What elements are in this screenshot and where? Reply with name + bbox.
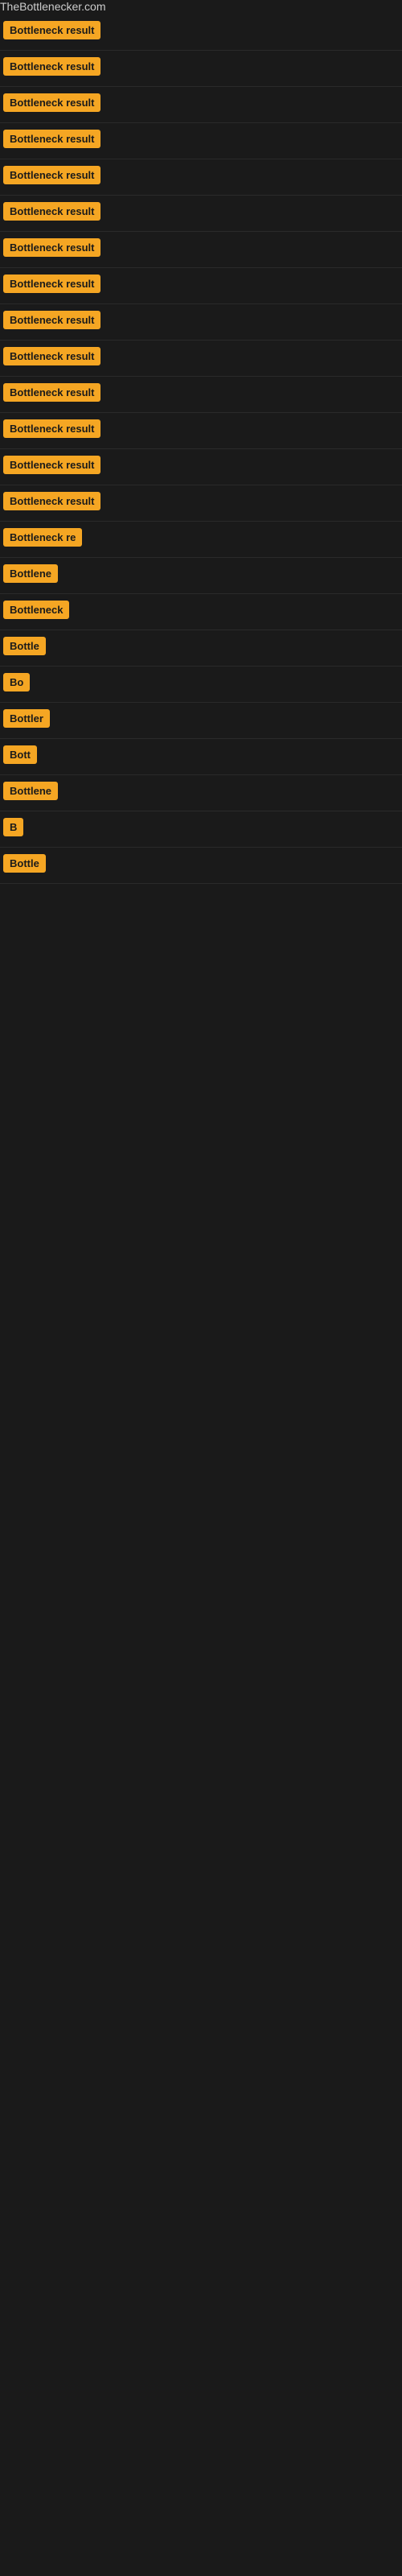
result-row-15[interactable]: Bottleneck re	[0, 522, 402, 558]
bottleneck-badge-15[interactable]: Bottleneck re	[3, 528, 82, 547]
bottleneck-badge-16[interactable]: Bottlene	[3, 564, 58, 583]
result-row-7[interactable]: Bottleneck result	[0, 232, 402, 268]
bottleneck-badge-10[interactable]: Bottleneck result	[3, 347, 100, 365]
result-row-24[interactable]: Bottle	[0, 848, 402, 884]
result-row-12[interactable]: Bottleneck result	[0, 413, 402, 449]
result-row-17[interactable]: Bottleneck	[0, 594, 402, 630]
bottleneck-badge-20[interactable]: Bottler	[3, 709, 50, 728]
bottleneck-badge-6[interactable]: Bottleneck result	[3, 202, 100, 221]
result-row-3[interactable]: Bottleneck result	[0, 87, 402, 123]
bottleneck-badge-18[interactable]: Bottle	[3, 637, 46, 655]
result-row-20[interactable]: Bottler	[0, 703, 402, 739]
result-row-14[interactable]: Bottleneck result	[0, 485, 402, 522]
bottleneck-badge-5[interactable]: Bottleneck result	[3, 166, 100, 184]
result-row-9[interactable]: Bottleneck result	[0, 304, 402, 341]
result-row-1[interactable]: Bottleneck result	[0, 14, 402, 51]
result-row-22[interactable]: Bottlene	[0, 775, 402, 811]
results-list: Bottleneck result Bottleneck result Bottle…	[0, 14, 402, 884]
page-container: TheBottlenecker.com Bottleneck resultBot…	[0, 0, 402, 884]
result-row-2[interactable]: Bottleneck result	[0, 51, 402, 87]
bottleneck-badge-11[interactable]: Bottleneck result	[3, 383, 100, 402]
bottleneck-badge-7[interactable]: Bottleneck result	[3, 238, 100, 257]
bottleneck-badge-8[interactable]: Bottleneck result	[3, 275, 100, 293]
bottleneck-badge-14[interactable]: Bottleneck result	[3, 492, 100, 510]
result-row-11[interactable]: Bottleneck result	[0, 377, 402, 413]
site-title-bar: TheBottlenecker.com	[0, 0, 402, 14]
bottleneck-badge-19[interactable]: Bo	[3, 673, 30, 691]
result-row-16[interactable]: Bottlene	[0, 558, 402, 594]
result-row-21[interactable]: Bott	[0, 739, 402, 775]
bottleneck-badge-9[interactable]: Bottleneck result	[3, 311, 100, 329]
bottleneck-badge-12[interactable]: Bottleneck result	[3, 419, 100, 438]
result-row-13[interactable]: Bottleneck result	[0, 449, 402, 485]
bottleneck-badge-3[interactable]: Bottleneck result	[3, 93, 100, 112]
bottleneck-badge-24[interactable]: Bottle	[3, 854, 46, 873]
result-row-8[interactable]: Bottleneck result	[0, 268, 402, 304]
bottleneck-badge-4[interactable]: Bottleneck result	[3, 130, 100, 148]
bottleneck-badge-23[interactable]: B	[3, 818, 23, 836]
result-row-18[interactable]: Bottle	[0, 630, 402, 667]
result-row-23[interactable]: B	[0, 811, 402, 848]
result-row-6[interactable]: Bottleneck result	[0, 196, 402, 232]
bottleneck-badge-17[interactable]: Bottleneck	[3, 601, 69, 619]
bottleneck-badge-2[interactable]: Bottleneck result	[3, 57, 100, 76]
result-row-5[interactable]: Bottleneck result	[0, 159, 402, 196]
bottleneck-badge-21[interactable]: Bott	[3, 745, 37, 764]
result-row-10[interactable]: Bottleneck result	[0, 341, 402, 377]
bottleneck-badge-1[interactable]: Bottleneck result	[3, 21, 100, 39]
bottleneck-badge-22[interactable]: Bottlene	[3, 782, 58, 800]
bottleneck-badge-13[interactable]: Bottleneck result	[3, 456, 100, 474]
result-row-4[interactable]: Bottleneck result	[0, 123, 402, 159]
site-title: TheBottlenecker.com	[0, 0, 106, 19]
result-row-19[interactable]: Bo	[0, 667, 402, 703]
